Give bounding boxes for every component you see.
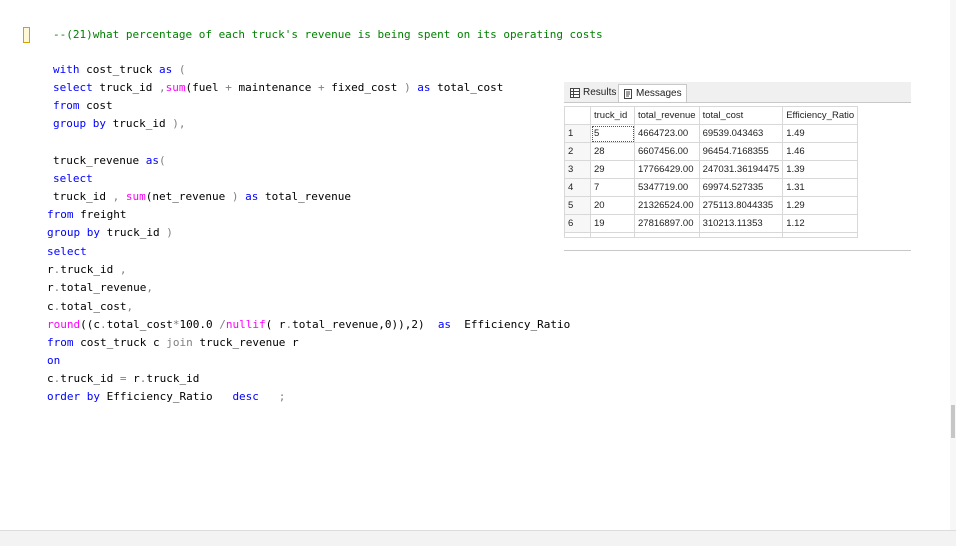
row-number: 4 (564, 178, 591, 197)
sql-editor[interactable]: --(21)what percentage of each truck's re… (0, 0, 950, 530)
vertical-scrollbar[interactable] (950, 0, 956, 530)
tab-messages[interactable]: Messages (618, 84, 687, 102)
code-line-7: truck_id , sum(net_revenue ) as total_re… (53, 190, 352, 203)
code-line-2: select truck_id ,sum(fuel + maintenance … (53, 81, 504, 94)
messages-icon (624, 88, 632, 99)
code-line-17: c.truck_id = r.truck_id (47, 372, 200, 385)
cell-efficiency-ratio[interactable]: 1.12 (782, 214, 859, 233)
code-line-16: on (47, 354, 61, 367)
code-line-4: group by truck_id ), (53, 117, 186, 130)
tab-results[interactable]: Results (566, 84, 620, 101)
cell-efficiency-ratio[interactable]: 1.49 (782, 124, 859, 143)
empty-cell (590, 232, 635, 238)
row-number: 3 (564, 160, 591, 179)
cell-efficiency-ratio[interactable]: 1.29 (782, 196, 859, 215)
row-number: 1 (564, 124, 591, 143)
table-row[interactable]: 2 28 6607456.00 96454.7168355 1.46 (564, 142, 859, 161)
grid-header-row: truck_id total_revenue total_cost Effici… (564, 106, 859, 125)
cell-total-revenue[interactable]: 21326524.00 (634, 196, 700, 215)
empty-cell (698, 232, 784, 238)
code-line-5: truck_revenue as( (53, 154, 166, 167)
row-number-header (564, 106, 591, 125)
tab-messages-label: Messages (636, 88, 682, 99)
cell-efficiency-ratio[interactable]: 1.31 (782, 178, 859, 197)
cell-total-revenue[interactable]: 4664723.00 (634, 124, 700, 143)
code-line-11: r.truck_id , (47, 263, 127, 276)
cell-truck-id[interactable]: 29 (590, 160, 635, 179)
code-line-12: r.total_revenue, (47, 281, 153, 294)
row-number: 2 (564, 142, 591, 161)
results-grid[interactable]: truck_id total_revenue total_cost Effici… (564, 106, 859, 238)
cell-total-cost[interactable]: 96454.7168355 (698, 142, 784, 161)
column-header-efficiency-ratio[interactable]: Efficiency_Ratio (782, 106, 859, 125)
code-line-9: group by truck_id ) (47, 226, 173, 239)
row-number: 6 (564, 214, 591, 233)
cell-truck-id[interactable]: 5 (590, 124, 635, 143)
results-tab-bar: Results Messages (564, 82, 911, 103)
cell-total-cost[interactable]: 275113.8044335 (698, 196, 784, 215)
code-line-1: with cost_truck as ( (53, 63, 186, 76)
code-line-8: from freight (47, 208, 127, 221)
bottom-bar (0, 530, 956, 546)
line-marker (23, 27, 30, 43)
empty-cell (782, 232, 859, 238)
cell-truck-id[interactable]: 20 (590, 196, 635, 215)
column-header-total-cost[interactable]: total_cost (698, 106, 784, 125)
cell-total-cost[interactable]: 69539.043463 (698, 124, 784, 143)
column-header-total-revenue[interactable]: total_revenue (634, 106, 700, 125)
grid-icon (570, 87, 580, 98)
empty-cell (634, 232, 700, 238)
cell-truck-id[interactable]: 28 (590, 142, 635, 161)
cell-total-cost[interactable]: 69974.527335 (698, 178, 784, 197)
table-row[interactable]: 3 29 17766429.00 247031.36194475 1.39 (564, 160, 859, 179)
cell-total-revenue[interactable]: 5347719.00 (634, 178, 700, 197)
empty-cell (564, 232, 591, 238)
cell-total-revenue[interactable]: 27816897.00 (634, 214, 700, 233)
table-row[interactable]: 1 5 4664723.00 69539.043463 1.49 (564, 124, 859, 143)
cell-efficiency-ratio[interactable]: 1.39 (782, 160, 859, 179)
results-pane: Results Messages truck_id total_revenue … (564, 82, 911, 251)
cell-efficiency-ratio[interactable]: 1.46 (782, 142, 859, 161)
code-line-3: from cost (53, 99, 113, 112)
column-header-truck-id[interactable]: truck_id (590, 106, 635, 125)
table-row[interactable]: 6 19 27816897.00 310213.11353 1.12 (564, 214, 859, 233)
code-line-15: from cost_truck c join truck_revenue r (47, 336, 299, 349)
code-line-18: order by Efficiency_Ratio desc ; (47, 390, 286, 403)
code-line-13: c.total_cost, (47, 300, 134, 313)
code-comment-line: --(21)what percentage of each truck's re… (53, 28, 603, 41)
row-number: 5 (564, 196, 591, 215)
cell-total-cost[interactable]: 310213.11353 (698, 214, 784, 233)
code-line-6: select (53, 172, 93, 185)
cell-total-revenue[interactable]: 17766429.00 (634, 160, 700, 179)
empty-row (564, 232, 859, 238)
scrollbar-thumb[interactable] (951, 405, 955, 438)
table-row[interactable]: 5 20 21326524.00 275113.8044335 1.29 (564, 196, 859, 215)
cell-truck-id[interactable]: 7 (590, 178, 635, 197)
cell-truck-id[interactable]: 19 (590, 214, 635, 233)
code-line-10: select (47, 245, 87, 258)
tab-results-label: Results (583, 87, 617, 98)
code-line-14: round((c.total_cost*100.0 /nullif( r.tot… (47, 318, 571, 331)
table-row[interactable]: 4 7 5347719.00 69974.527335 1.31 (564, 178, 859, 197)
cell-total-cost[interactable]: 247031.36194475 (698, 160, 784, 179)
cell-total-revenue[interactable]: 6607456.00 (634, 142, 700, 161)
